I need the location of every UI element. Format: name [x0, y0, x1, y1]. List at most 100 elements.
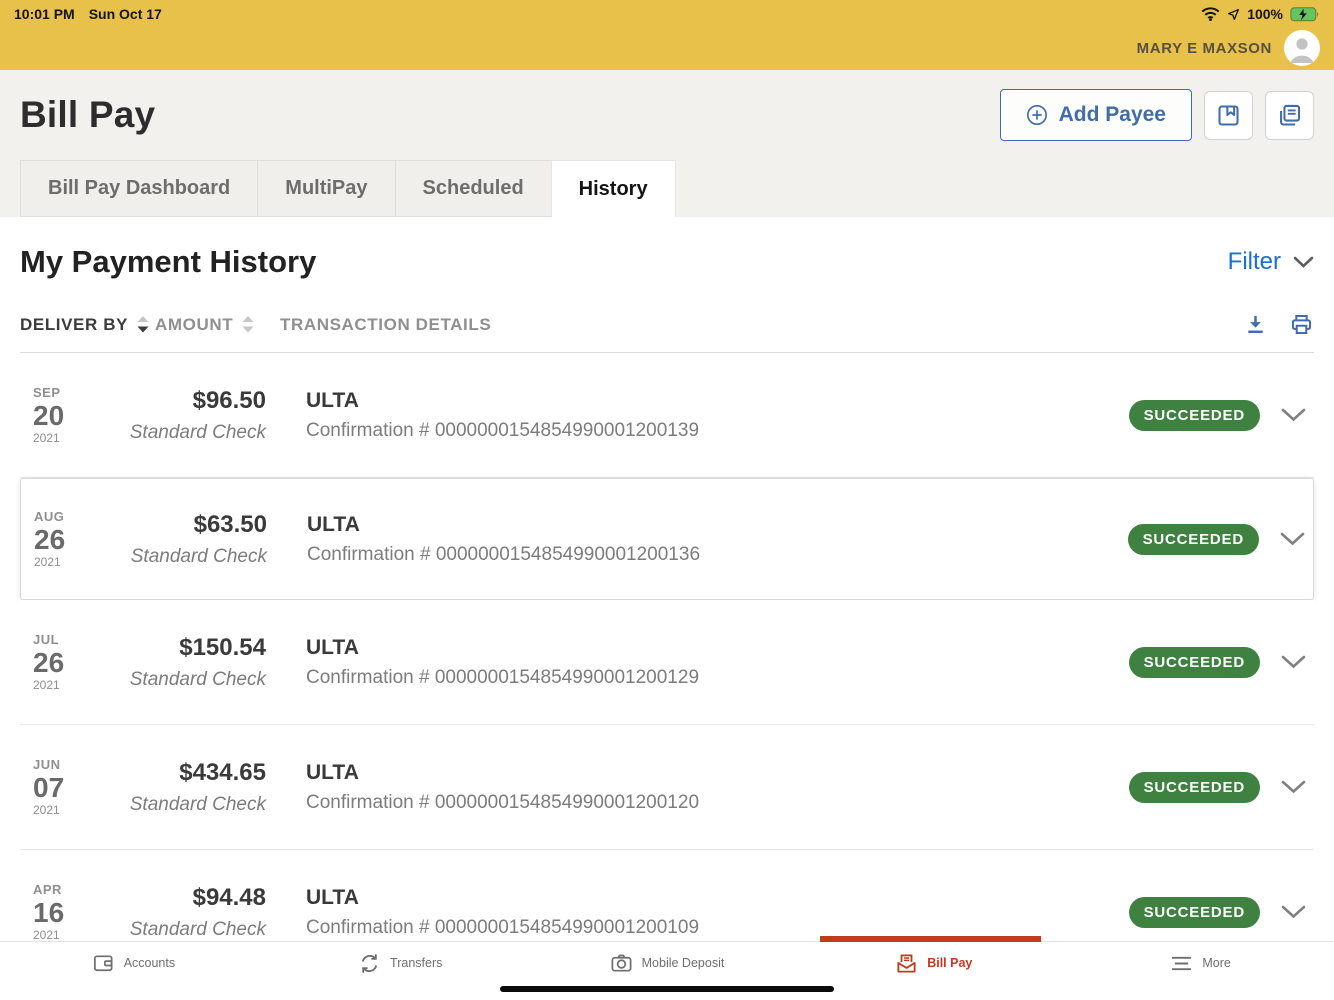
payee-name: ULTA: [306, 389, 1129, 413]
location-icon: [1227, 8, 1240, 21]
transaction-details-cell: ULTA Confirmation # 00000001548549900012…: [306, 886, 1129, 939]
date-day: 26: [33, 648, 103, 677]
tab-label: Bill Pay Dashboard: [48, 177, 230, 200]
payment-amount: $63.50: [104, 511, 267, 539]
payee-name: ULTA: [306, 636, 1129, 660]
tab-multipay[interactable]: MultiPay: [257, 160, 394, 217]
deliver-date: JUN 07 2021: [33, 757, 103, 817]
payment-amount: $96.50: [103, 387, 266, 415]
date-day: 07: [33, 773, 103, 802]
accounts-wallet-icon: [92, 952, 115, 975]
transaction-details-cell: ULTA Confirmation # 00000001548549900012…: [306, 761, 1129, 814]
deliver-date: AUG 26 2021: [34, 509, 104, 569]
transaction-details-cell: ULTA Confirmation # 00000001548549900012…: [307, 513, 1128, 566]
expand-chevron-icon[interactable]: [1281, 780, 1306, 794]
status-badge: SUCCEEDED: [1129, 647, 1260, 678]
nav-item-more[interactable]: More: [1067, 942, 1334, 1000]
status-badge: SUCCEEDED: [1129, 400, 1260, 431]
date-month: SEP: [33, 385, 103, 400]
home-indicator[interactable]: [500, 986, 834, 992]
chevron-down-icon: [1293, 256, 1314, 268]
column-deliver-by[interactable]: DELIVER BY: [20, 315, 155, 335]
tab-history[interactable]: History: [551, 160, 676, 217]
payment-row[interactable]: AUG 26 2021 $63.50 Standard Check ULTA C…: [20, 478, 1314, 600]
nav-label: Mobile Deposit: [642, 956, 725, 970]
page-actions: Add Payee: [1000, 89, 1314, 141]
nav-item-bill-pay[interactable]: Bill Pay: [800, 942, 1067, 1000]
status-time: 10:01 PM: [14, 6, 75, 22]
payment-method: Standard Check: [103, 919, 266, 941]
deliver-date: JUL 26 2021: [33, 632, 103, 692]
status-bar: 10:01 PM Sun Oct 17 100%: [0, 0, 1334, 26]
wifi-icon: [1201, 7, 1220, 21]
more-menu-icon: [1170, 955, 1193, 972]
documents-icon: [1276, 102, 1303, 129]
payment-method: Standard Check: [103, 422, 266, 444]
amount-cell: $150.54 Standard Check: [103, 634, 266, 691]
amount-cell: $96.50 Standard Check: [103, 387, 266, 444]
payment-amount: $94.48: [103, 884, 266, 912]
date-month: APR: [33, 882, 103, 897]
amount-cell: $94.48 Standard Check: [103, 884, 266, 941]
documents-button[interactable]: [1265, 91, 1314, 140]
print-icon[interactable]: [1289, 312, 1314, 337]
payment-rows: SEP 20 2021 $96.50 Standard Check ULTA C…: [20, 353, 1314, 975]
confirmation-number: Confirmation # 0000000154854990001200136: [307, 544, 1128, 566]
camera-icon: [610, 952, 633, 975]
sort-icon-amount: [242, 316, 254, 333]
tab-scheduled[interactable]: Scheduled: [395, 160, 551, 217]
expand-chevron-icon[interactable]: [1281, 655, 1306, 669]
payment-method: Standard Check: [103, 794, 266, 816]
payment-row[interactable]: JUN 07 2021 $434.65 Standard Check ULTA …: [20, 725, 1314, 850]
add-payee-button[interactable]: Add Payee: [1000, 89, 1192, 141]
nav-label: More: [1202, 956, 1230, 970]
filter-label: Filter: [1228, 248, 1281, 276]
plus-circle-icon: [1026, 104, 1048, 126]
expand-chevron-icon[interactable]: [1281, 905, 1306, 919]
date-day: 20: [33, 401, 103, 430]
filter-button[interactable]: Filter: [1228, 248, 1314, 276]
nav-item-transfers[interactable]: Transfers: [267, 942, 534, 1000]
transaction-details-cell: ULTA Confirmation # 00000001548549900012…: [306, 636, 1129, 689]
add-payee-label: Add Payee: [1059, 103, 1166, 127]
sort-icon-deliver-by: [137, 316, 149, 333]
download-icon[interactable]: [1244, 313, 1267, 336]
date-year: 2021: [33, 431, 103, 445]
payment-amount: $434.65: [103, 759, 266, 787]
battery-charging-icon: [1290, 7, 1320, 22]
app-header: MARY E MAXSON: [0, 26, 1334, 70]
confirmation-number: Confirmation # 0000000154854990001200129: [306, 667, 1129, 689]
battery-percent: 100%: [1247, 6, 1283, 22]
payee-book-button[interactable]: [1204, 91, 1253, 140]
transaction-details-label: TRANSACTION DETAILS: [280, 315, 491, 335]
payee-name: ULTA: [306, 761, 1129, 785]
confirmation-number: Confirmation # 0000000154854990001200120: [306, 792, 1129, 814]
date-month: JUN: [33, 757, 103, 772]
expand-chevron-icon[interactable]: [1281, 408, 1306, 422]
amount-cell: $63.50 Standard Check: [104, 511, 267, 568]
history-title: My Payment History: [20, 244, 316, 280]
avatar[interactable]: [1284, 30, 1320, 66]
transfers-icon: [358, 952, 381, 975]
date-year: 2021: [33, 678, 103, 692]
tab-bar: Bill Pay Dashboard MultiPay Scheduled Hi…: [0, 160, 1334, 217]
payment-row[interactable]: JUL 26 2021 $150.54 Standard Check ULTA …: [20, 600, 1314, 725]
date-month: AUG: [34, 509, 104, 524]
payment-row[interactable]: SEP 20 2021 $96.50 Standard Check ULTA C…: [20, 353, 1314, 478]
deliver-by-label: DELIVER BY: [20, 315, 128, 335]
payment-amount: $150.54: [103, 634, 266, 662]
nav-label: Accounts: [124, 956, 175, 970]
status-badge: SUCCEEDED: [1129, 772, 1260, 803]
amount-cell: $434.65 Standard Check: [103, 759, 266, 816]
tab-bill-pay-dashboard[interactable]: Bill Pay Dashboard: [20, 160, 257, 217]
nav-label: Bill Pay: [927, 956, 972, 970]
expand-chevron-icon[interactable]: [1280, 532, 1305, 546]
deliver-date: SEP 20 2021: [33, 385, 103, 445]
status-badge: SUCCEEDED: [1128, 524, 1259, 555]
page-head: Bill Pay Add Payee: [0, 70, 1334, 160]
column-amount[interactable]: AMOUNT: [155, 315, 280, 335]
page-title: Bill Pay: [20, 94, 155, 136]
status-badge: SUCCEEDED: [1129, 897, 1260, 928]
nav-item-accounts[interactable]: Accounts: [0, 942, 267, 1000]
tab-label: MultiPay: [285, 177, 367, 200]
